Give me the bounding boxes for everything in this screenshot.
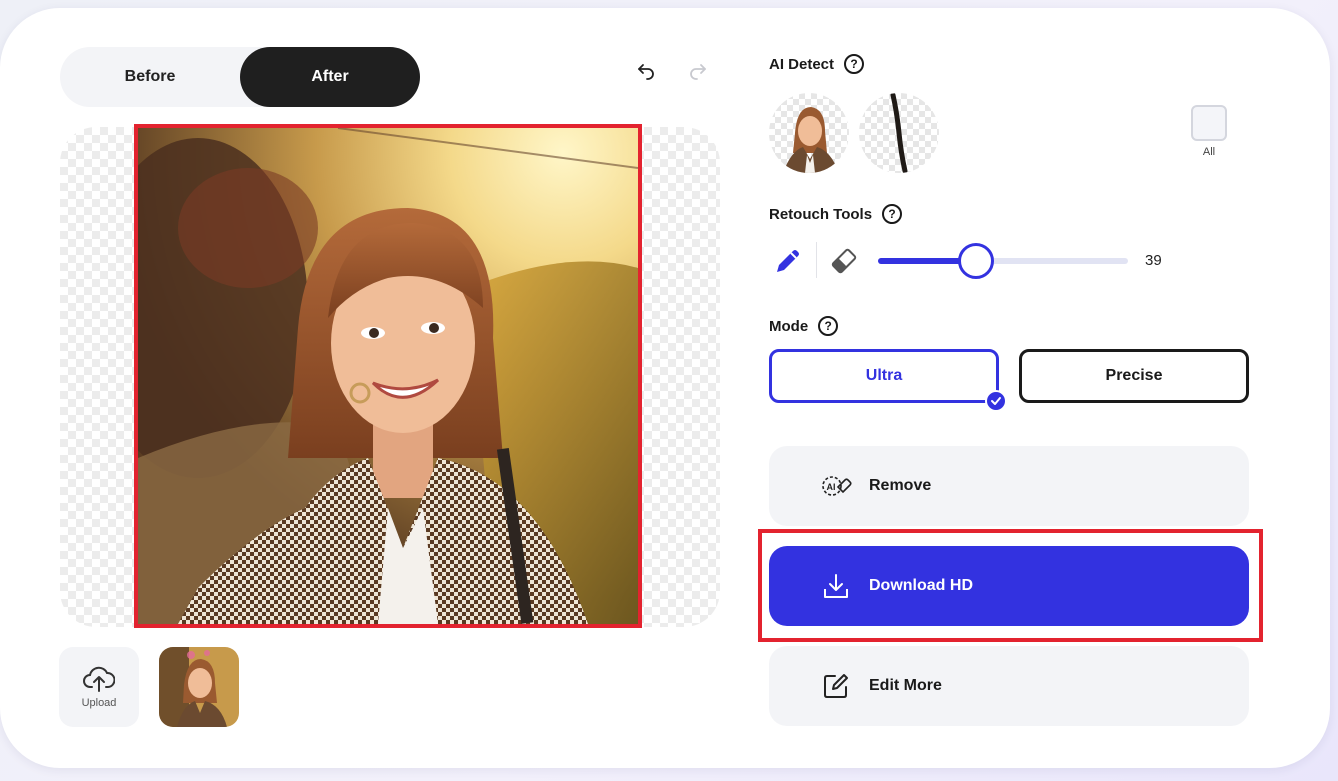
brush-size-slider[interactable] [878, 243, 1128, 279]
ai-detect-title: AI Detect [769, 55, 835, 73]
edit-more-button[interactable]: Edit More [769, 646, 1249, 726]
ai-detect-help-icon[interactable]: ? [844, 54, 865, 74]
mode-ultra-button[interactable]: Ultra [769, 349, 999, 403]
brush-tool-button[interactable] [772, 245, 804, 277]
retouch-tools-heading: Retouch Tools ? [769, 204, 903, 224]
selected-check-icon [985, 390, 1007, 412]
undo-button[interactable] [632, 57, 660, 85]
after-tab[interactable]: After [240, 47, 420, 107]
undo-icon [638, 64, 654, 80]
mode-help-icon[interactable]: ? [818, 316, 839, 336]
svg-text:AI: AI [827, 482, 836, 492]
mode-heading: Mode ? [769, 316, 839, 336]
redo-button[interactable] [684, 57, 712, 85]
select-all-label: All [1202, 146, 1216, 158]
eraser-icon [831, 248, 857, 274]
select-all-checkbox[interactable] [1191, 105, 1227, 141]
mode-precise-button[interactable]: Precise [1019, 349, 1249, 403]
result-photo[interactable] [134, 124, 642, 628]
brush-size-slider-knob[interactable] [957, 243, 994, 279]
remove-label: Remove [869, 477, 932, 494]
upload-button[interactable]: Upload [59, 647, 139, 727]
retouch-tools-title: Retouch Tools [769, 205, 873, 223]
detect-person-thumbnail[interactable] [769, 93, 849, 173]
pencil-icon [777, 250, 799, 272]
edit-more-label: Edit More [869, 677, 942, 694]
retouch-help-icon[interactable]: ? [882, 204, 903, 224]
edit-icon [819, 669, 853, 703]
ai-eraser-icon: AI [819, 469, 853, 503]
redo-icon [690, 64, 706, 80]
eraser-tool-button[interactable] [828, 245, 860, 277]
cloud-upload-icon [83, 666, 115, 692]
remove-button[interactable]: AI Remove [769, 446, 1249, 526]
before-after-toggle: Before After [60, 47, 420, 107]
image-thumbnail[interactable] [159, 647, 239, 727]
upload-label: Upload [81, 697, 117, 709]
tool-divider [816, 242, 817, 278]
ai-detect-heading: AI Detect ? [769, 54, 865, 74]
download-highlight-frame [758, 529, 1263, 642]
before-tab[interactable]: Before [60, 47, 240, 107]
detect-object-thumbnail[interactable] [859, 93, 939, 173]
mode-title: Mode [769, 317, 809, 335]
brush-size-value: 39 [1145, 252, 1162, 269]
